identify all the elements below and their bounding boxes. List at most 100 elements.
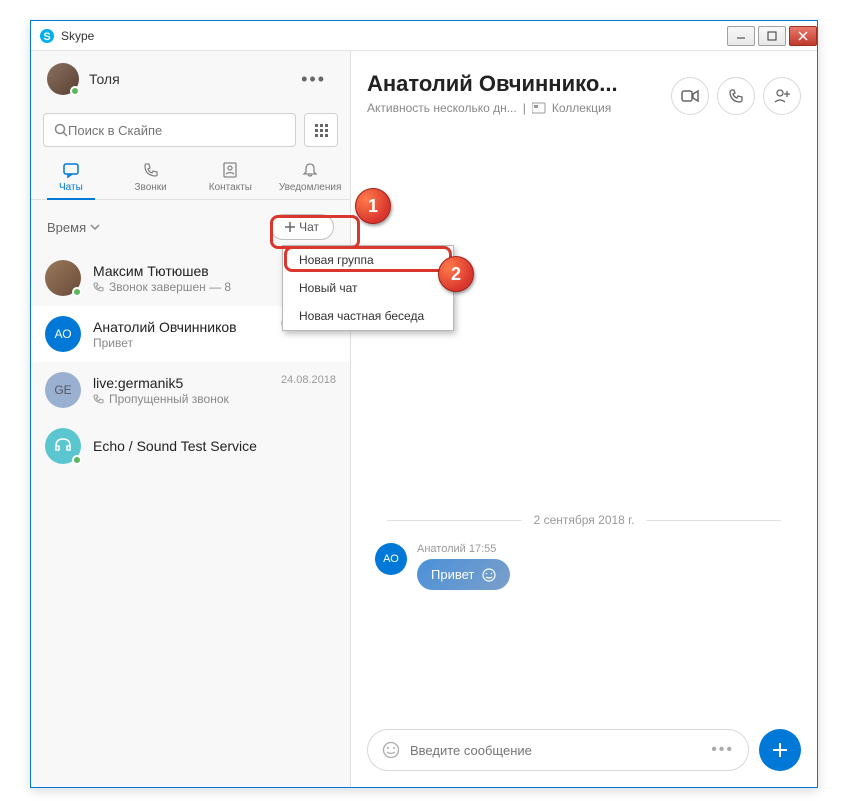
avatar: [45, 260, 81, 296]
profile-row: Толя •••: [31, 51, 350, 107]
message-meta: Анатолий 17:55: [417, 543, 793, 555]
chat-item-body: Echo / Sound Test Service: [93, 438, 336, 455]
conversation-panel: Анатолий Овчиннико... Активность несколь…: [351, 51, 817, 787]
conversation-subtitle: Активность несколько дн... | Коллекция: [367, 101, 671, 115]
message-content: Анатолий 17:55 Привет: [417, 543, 793, 590]
chat-item-name: Анатолий Овчинников: [93, 319, 269, 335]
new-chat-dropdown: Новая группа Новый чат Новая частная бес…: [282, 245, 454, 331]
tab-notifications[interactable]: Уведомления: [270, 153, 350, 199]
messages-area[interactable]: 2 сентября 2018 г. АО Анатолий 17:55 При…: [351, 127, 817, 717]
plus-icon: [285, 222, 295, 232]
header-actions: [671, 77, 801, 115]
add-people-button[interactable]: [763, 77, 801, 115]
chat-item-date: 24.08.2018: [281, 374, 336, 386]
close-button[interactable]: [789, 26, 817, 46]
tab-label: Чаты: [59, 182, 83, 193]
gallery-icon: [532, 102, 546, 114]
phone-icon: [142, 161, 160, 179]
audio-call-button[interactable]: [717, 77, 755, 115]
composer: •••: [351, 717, 817, 787]
message-row: АО Анатолий 17:55 Привет: [367, 543, 801, 590]
headset-icon: [53, 436, 73, 456]
svg-text:S: S: [43, 31, 50, 43]
tab-calls[interactable]: Звонки: [111, 153, 191, 199]
message-bubble[interactable]: Привет: [417, 559, 510, 590]
message-input[interactable]: [410, 743, 701, 758]
phone-icon: [728, 88, 744, 104]
chat-item-name: Echo / Sound Test Service: [93, 438, 336, 454]
minimize-button[interactable]: [727, 26, 755, 46]
avatar: [45, 428, 81, 464]
sidebar: Толя ••• Чаты Звонки: [31, 51, 351, 787]
presence-dot-icon: [72, 455, 82, 465]
window-controls: [724, 26, 817, 46]
presence-dot-icon: [72, 287, 82, 297]
chat-item-sub: Пропущенный звонок: [93, 392, 269, 406]
chat-item-body: Максим Тютюшев Звонок завершен — 8: [93, 263, 303, 294]
maximize-button[interactable]: [758, 26, 786, 46]
annotation-badge-2: 2: [438, 256, 474, 292]
menu-new-chat[interactable]: Новый чат: [283, 274, 453, 302]
create-button[interactable]: [759, 729, 801, 771]
gallery-link[interactable]: Коллекция: [552, 101, 611, 115]
add-person-icon: [773, 88, 791, 104]
video-icon: [681, 89, 699, 103]
chevron-down-icon: [90, 222, 100, 232]
contacts-icon: [221, 161, 239, 179]
new-chat-button[interactable]: Чат: [270, 214, 334, 240]
search-box[interactable]: [43, 113, 296, 147]
titlebar: S Skype: [31, 21, 817, 51]
bell-icon: [301, 161, 319, 179]
nav-tabs: Чаты Звонки Контакты Уведомления: [31, 153, 350, 200]
emoji-icon[interactable]: [382, 741, 400, 759]
plus-icon: [771, 741, 789, 759]
conversation-header: Анатолий Овчиннико... Активность несколь…: [351, 51, 817, 127]
window-title: Skype: [61, 29, 724, 43]
message-text: Привет: [431, 567, 474, 582]
more-button[interactable]: •••: [293, 65, 334, 94]
search-row: [31, 107, 350, 153]
header-titles: Анатолий Овчиннико... Активность несколь…: [367, 71, 671, 115]
chat-item-sub: Звонок завершен — 8: [93, 280, 303, 294]
status-text: Активность несколько дн...: [367, 101, 517, 115]
profile-avatar[interactable]: [47, 63, 79, 95]
video-call-button[interactable]: [671, 77, 709, 115]
app-window: S Skype Толя •••: [30, 20, 818, 788]
chat-item-body: live:germanik5 Пропущенный звонок: [93, 375, 269, 406]
chat-item[interactable]: GE live:germanik5 Пропущенный звонок 24.…: [31, 362, 350, 418]
content: Толя ••• Чаты Звонки: [31, 51, 817, 787]
dialpad-icon: [315, 124, 328, 137]
tab-label: Звонки: [134, 182, 166, 193]
annotation-badge-1: 1: [355, 188, 391, 224]
sort-label[interactable]: Время: [47, 220, 86, 235]
tab-chats[interactable]: Чаты: [31, 153, 111, 199]
message-input-box[interactable]: •••: [367, 729, 749, 771]
chat-item-body: Анатолий Овчинников Привет: [93, 319, 269, 350]
presence-dot-icon: [70, 86, 80, 96]
chat-button-label: Чат: [299, 220, 319, 234]
tab-contacts[interactable]: Контакты: [191, 153, 271, 199]
chat-icon: [62, 161, 80, 179]
chat-item[interactable]: Echo / Sound Test Service: [31, 418, 350, 474]
call-icon: [93, 281, 105, 293]
composer-more-button[interactable]: •••: [711, 741, 734, 759]
message-avatar: АО: [375, 543, 407, 575]
chat-item-name: live:germanik5: [93, 375, 269, 391]
chat-item-sub: Привет: [93, 336, 269, 350]
search-input[interactable]: [68, 123, 285, 138]
skype-logo-icon: S: [39, 28, 55, 44]
missed-call-icon: [93, 393, 105, 405]
avatar: АО: [45, 316, 81, 352]
conversation-title: Анатолий Овчиннико...: [367, 71, 671, 97]
menu-new-group[interactable]: Новая группа: [283, 246, 453, 274]
search-icon: [54, 123, 68, 137]
chat-item-name: Максим Тютюшев: [93, 263, 303, 279]
section-header: Время Чат: [31, 200, 350, 250]
tab-label: Контакты: [209, 182, 252, 193]
smile-icon: [482, 568, 496, 582]
dialpad-button[interactable]: [304, 113, 338, 147]
menu-new-private[interactable]: Новая частная беседа: [283, 302, 453, 330]
date-divider: 2 сентября 2018 г.: [367, 513, 801, 527]
profile-name[interactable]: Толя: [89, 71, 293, 87]
avatar: GE: [45, 372, 81, 408]
